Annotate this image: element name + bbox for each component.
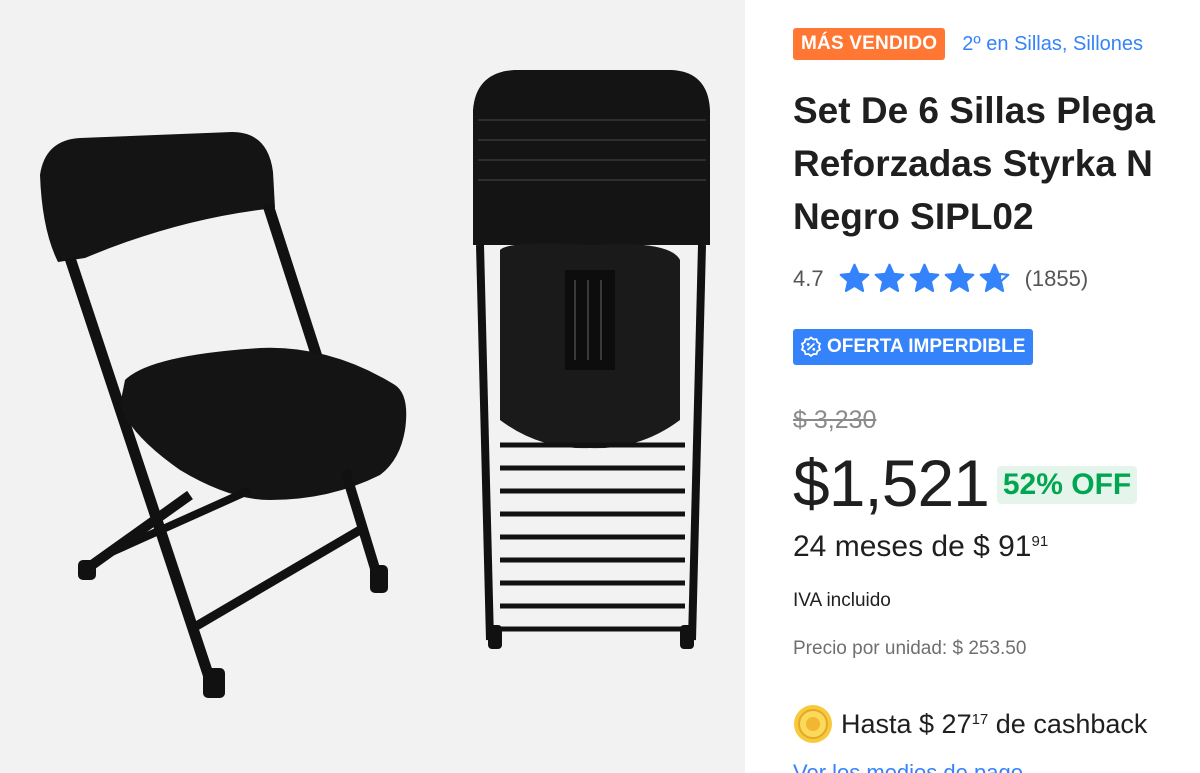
category-rank-link[interactable]: 2º en Sillas, Sillones	[962, 33, 1143, 56]
rating-stars	[838, 262, 1011, 295]
cashback-prefix: Hasta $ 27	[841, 708, 972, 739]
title-line: Reforzadas Styrka N	[793, 143, 1153, 184]
cashback-cents: 17	[971, 710, 989, 728]
title-line: Negro SIPL02	[793, 196, 1034, 237]
price-row: $1,521 52% OFF	[793, 443, 1138, 523]
original-price: $ 3,230	[793, 406, 877, 434]
cashback-text: Hasta $ 2717 de cashback	[841, 709, 1147, 740]
single-chair-image	[40, 132, 407, 698]
deal-badge: OFERTA IMPERDIBLE	[793, 329, 1034, 365]
star-icon	[839, 263, 869, 292]
payment-methods-link[interactable]: Ver los medios de pago	[793, 760, 1023, 773]
star-icon	[874, 263, 904, 292]
unit-price: Precio por unidad: $ 253.50	[793, 638, 1027, 659]
discount-badge: 52% OFF	[996, 466, 1138, 504]
product-image-gallery	[0, 0, 745, 773]
cashback-row: Hasta $ 2717 de cashback	[793, 704, 1147, 744]
tax-note: IVA incluido	[793, 590, 891, 611]
rating-value: 4.7	[793, 265, 824, 291]
cashback-suffix: de cashback	[988, 708, 1148, 739]
percent-badge-icon	[800, 336, 822, 358]
stacked-chairs-image	[473, 70, 710, 649]
installments-info: 24 meses de $ 9191	[793, 530, 1048, 564]
coin-icon	[794, 705, 832, 743]
star-icon	[979, 263, 1009, 292]
review-count[interactable]: (1855)	[1025, 266, 1089, 292]
best-seller-badge: MÁS VENDIDO	[793, 28, 946, 60]
product-title: Set De 6 Sillas Plega Reforzadas Styrka …	[793, 84, 1200, 243]
deal-label: OFERTA IMPERDIBLE	[827, 336, 1026, 357]
installments-cents: 91	[1031, 533, 1049, 550]
title-line: Set De 6 Sillas Plega	[793, 90, 1155, 131]
installments-text: 24 meses de $ 91	[793, 530, 1032, 563]
rating-row[interactable]: 4.7 (1855)	[793, 262, 1088, 295]
current-price: $1,521	[793, 446, 990, 520]
star-icon	[944, 263, 974, 292]
star-icon	[909, 263, 939, 292]
product-info-panel: MÁS VENDIDO 2º en Sillas, Sillones Set D…	[793, 0, 1200, 773]
product-image-chairs[interactable]	[0, 0, 745, 773]
badge-row: MÁS VENDIDO 2º en Sillas, Sillones	[793, 28, 1143, 60]
